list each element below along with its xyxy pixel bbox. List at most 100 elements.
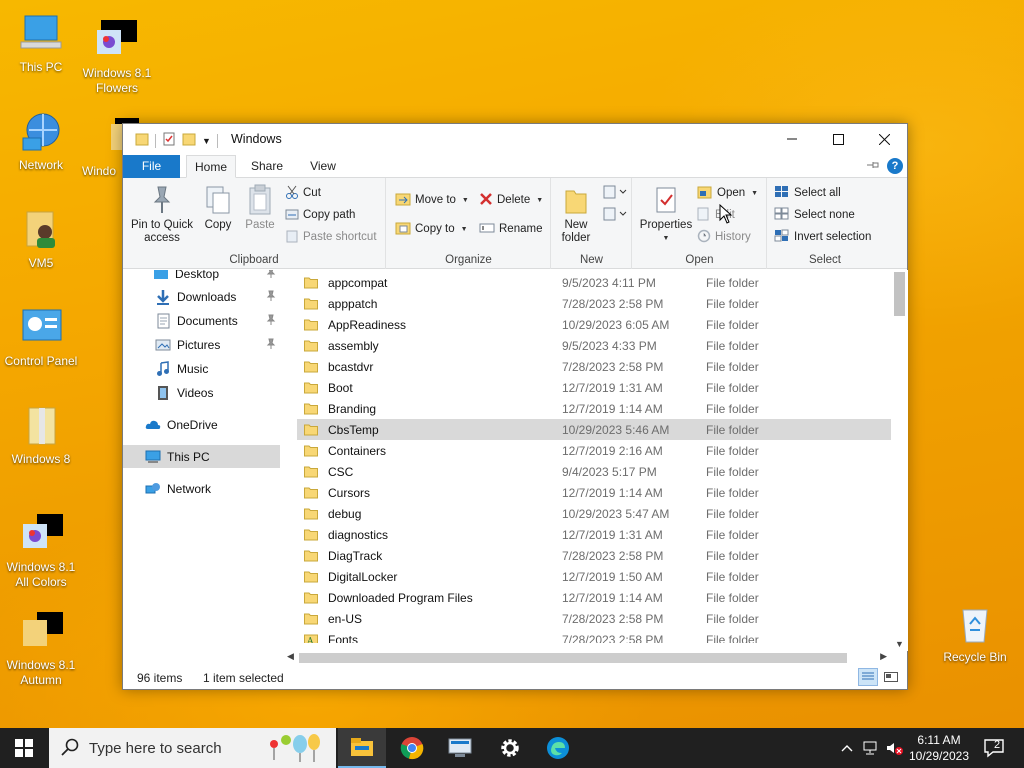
taskbar-clock[interactable]: 6:11 AM 10/29/2023 — [902, 732, 976, 764]
nav-item-videos[interactable]: Videos — [123, 381, 280, 404]
file-row[interactable]: A Fonts 7/28/2023 2:58 PM File folder — [297, 629, 891, 643]
properties-quick-icon[interactable] — [162, 132, 176, 149]
group-label-clipboard: Clipboard — [229, 254, 279, 266]
taskbar-chrome[interactable] — [388, 728, 436, 768]
folder-icon — [304, 549, 318, 562]
show-hidden-icons-button[interactable] — [838, 728, 856, 768]
file-row[interactable]: appcompat 9/5/2023 4:11 PM File folder — [297, 272, 891, 293]
desktop-icon-windows-8[interactable]: Windows 8 — [0, 404, 82, 467]
new-item-icon[interactable] — [602, 184, 628, 203]
tray-network[interactable] — [860, 728, 882, 768]
search-icon — [61, 738, 79, 759]
file-date: 10/29/2023 5:46 AM — [562, 422, 670, 437]
copy-path-button[interactable]: Copy path — [285, 205, 355, 225]
tab-share[interactable]: Share — [243, 155, 291, 178]
details-view-button[interactable] — [858, 668, 878, 686]
group-label-select: Select — [809, 254, 841, 266]
desktop-icon-autumn[interactable]: Windows 8.1 Autumn — [0, 610, 82, 688]
customize-dropdown-icon[interactable]: ▼ — [202, 136, 211, 146]
cut-button[interactable]: Cut — [285, 183, 321, 203]
nav-item-pictures[interactable]: Pictures — [123, 333, 280, 356]
nav-item-desktop[interactable]: Desktop — [123, 270, 280, 285]
history-button[interactable]: History — [697, 227, 751, 247]
zip-folder-icon — [19, 404, 63, 448]
invert-selection-button[interactable]: Invert selection — [774, 227, 871, 247]
nav-item-network[interactable]: Network — [123, 477, 280, 500]
easy-access-icon[interactable] — [602, 206, 628, 225]
close-button[interactable] — [861, 124, 907, 154]
desktop-icon-this-pc[interactable]: This PC — [0, 12, 82, 75]
pin-ribbon-icon[interactable] — [867, 159, 879, 173]
file-row[interactable]: debug 10/29/2023 5:47 AM File folder — [297, 503, 891, 524]
paste-shortcut-button[interactable]: Paste shortcut — [285, 227, 377, 247]
vertical-scroll-thumb[interactable] — [894, 272, 905, 316]
file-row[interactable]: bcastdvr 7/28/2023 2:58 PM File folder — [297, 356, 891, 377]
desktop-icon-control-panel[interactable]: Control Panel — [0, 306, 82, 369]
taskbar-file-explorer[interactable] — [338, 728, 386, 768]
desktop-icon-network[interactable]: Network — [0, 110, 82, 173]
move-to-button[interactable]: Move to ▼ — [395, 190, 469, 210]
large-icons-view-button[interactable] — [881, 668, 901, 686]
file-row[interactable]: en-US 7/28/2023 2:58 PM File folder — [297, 608, 891, 629]
file-row[interactable]: Cursors 12/7/2019 1:14 AM File folder — [297, 482, 891, 503]
group-label-new: New — [579, 254, 603, 266]
open-button[interactable]: Open ▼ — [697, 183, 758, 203]
taskbar-search-box[interactable]: Type here to search — [49, 728, 336, 768]
file-row[interactable]: CbsTemp 10/29/2023 5:46 AM File folder — [297, 419, 891, 440]
file-row[interactable]: diagnostics 12/7/2019 1:31 AM File folder — [297, 524, 891, 545]
nav-item-documents[interactable]: Documents — [123, 309, 280, 332]
horizontal-scroll-thumb[interactable] — [299, 653, 847, 663]
file-row[interactable]: Downloaded Program Files 12/7/2019 1:14 A… — [297, 587, 891, 608]
file-row[interactable]: Containers 12/7/2019 2:16 AM File folder — [297, 440, 891, 461]
new-folder-quick-icon[interactable] — [182, 132, 196, 149]
taskbar-settings[interactable] — [486, 728, 534, 768]
file-row[interactable]: apppatch 7/28/2023 2:58 PM File folder — [297, 293, 891, 314]
pin-quick-access-button[interactable]: Pin to Quick access — [129, 183, 195, 245]
file-row[interactable]: Boot 12/7/2019 1:31 AM File folder — [297, 377, 891, 398]
rename-button[interactable]: Rename — [479, 219, 542, 239]
select-all-button[interactable]: Select all — [774, 183, 841, 203]
desktop-icon-label: Windows 8.1 All Colors — [6, 560, 76, 589]
start-button[interactable] — [0, 728, 48, 768]
notification-center-button[interactable]: 2 — [978, 728, 1012, 768]
horizontal-scrollbar[interactable]: ◀ ▶ — [283, 649, 891, 666]
windows-logo-icon — [15, 739, 33, 757]
tab-view[interactable]: View — [299, 155, 347, 178]
delete-button[interactable]: Delete ▼ — [479, 190, 543, 210]
desktop-icon-all-colors[interactable]: Windows 8.1 All Colors — [0, 512, 82, 590]
help-icon[interactable]: ? — [887, 158, 903, 174]
desktop-icon-recycle-bin[interactable]: Recycle Bin — [934, 602, 1016, 665]
tab-file[interactable]: File — [123, 155, 180, 178]
copy-to-button[interactable]: Copy to ▼ — [395, 219, 468, 239]
properties-button[interactable]: Properties ▼ — [637, 183, 695, 245]
tab-home[interactable]: Home — [186, 155, 236, 178]
file-row[interactable]: DigitalLocker 12/7/2019 1:50 AM File folde… — [297, 566, 891, 587]
file-row[interactable]: CSC 9/4/2023 5:17 PM File folder — [297, 461, 891, 482]
paste-button[interactable]: Paste — [241, 183, 279, 232]
copy-button[interactable]: Copy — [199, 183, 237, 232]
folder-icon — [304, 276, 318, 289]
nav-item-music[interactable]: Music — [123, 357, 280, 380]
scroll-left-arrow-icon[interactable]: ◀ — [287, 651, 294, 662]
scroll-down-arrow-icon[interactable]: ▼ — [895, 639, 904, 649]
file-date: 7/28/2023 2:58 PM — [562, 632, 664, 644]
desktop-icon-vm5[interactable]: VM5 — [0, 208, 82, 271]
file-row[interactable]: DiagTrack 7/28/2023 2:58 PM File folder — [297, 545, 891, 566]
taskbar-edge[interactable] — [534, 728, 582, 768]
file-row[interactable]: AppReadiness 10/29/2023 6:05 AM File folde… — [297, 314, 891, 335]
nav-item-downloads[interactable]: Downloads — [123, 285, 280, 308]
maximize-button[interactable] — [815, 124, 861, 154]
desktop-icon-flowers[interactable]: Windows 8.1 Flowers — [76, 18, 158, 96]
minimize-button[interactable] — [769, 124, 815, 154]
taskbar-remote-desktop[interactable] — [436, 728, 484, 768]
file-row[interactable]: Branding 12/7/2019 1:14 AM File folder — [297, 398, 891, 419]
vertical-scrollbar[interactable]: ▼ — [891, 270, 908, 651]
quick-access-toolbar: ▼ — [135, 132, 218, 149]
new-folder-button[interactable]: New folder — [554, 183, 598, 245]
tray-volume[interactable] — [884, 728, 904, 768]
nav-item-this-pc[interactable]: This PC — [123, 445, 280, 468]
scroll-right-arrow-icon[interactable]: ▶ — [880, 651, 887, 662]
select-none-button[interactable]: Select none — [774, 205, 855, 225]
file-row[interactable]: assembly 9/5/2023 4:33 PM File folder — [297, 335, 891, 356]
nav-item-onedrive[interactable]: OneDrive — [123, 413, 280, 436]
